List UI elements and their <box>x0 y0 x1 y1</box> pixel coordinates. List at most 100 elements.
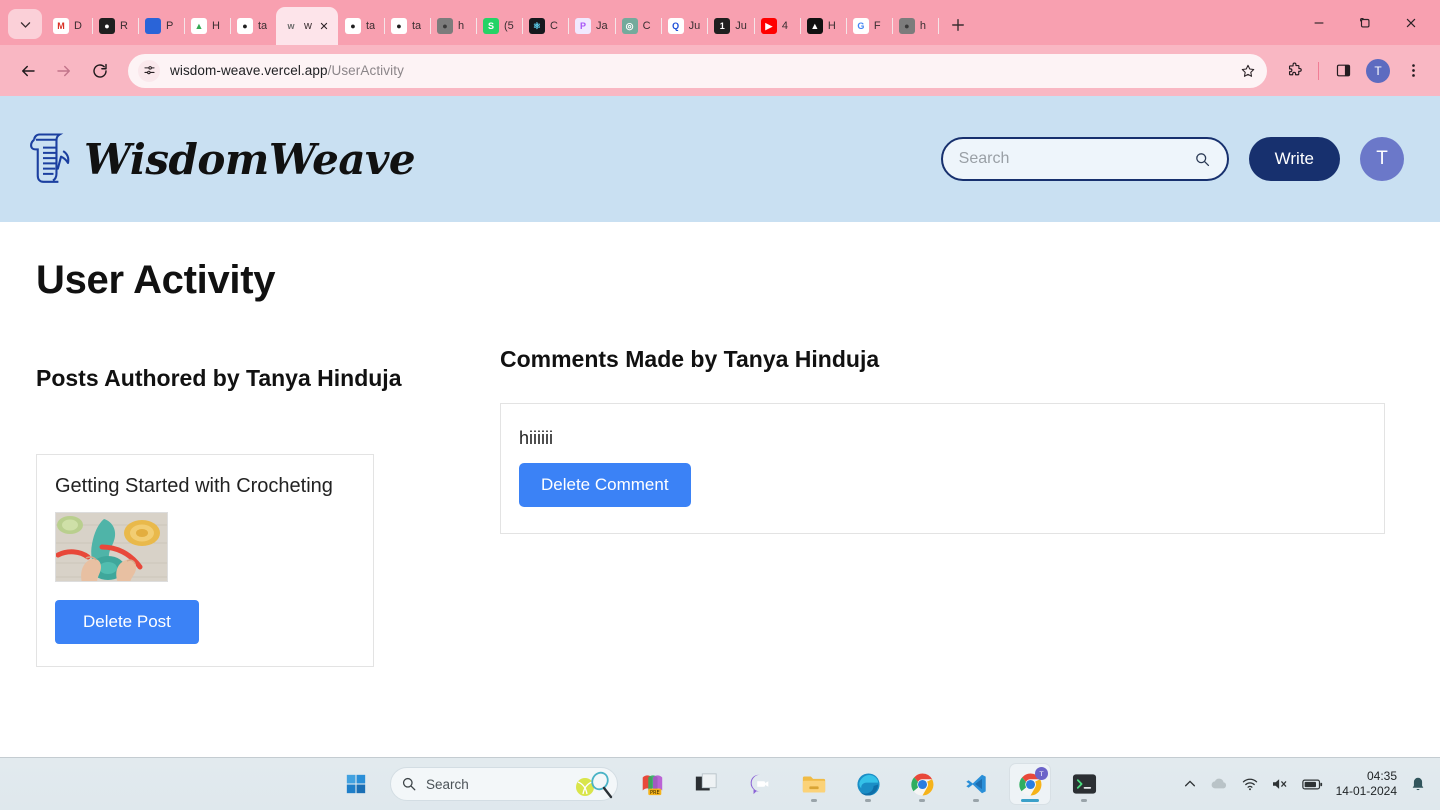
tab-search-button[interactable] <box>8 9 42 39</box>
taskbar-chrome-button[interactable] <box>902 764 942 804</box>
main-content: User Activity Posts Authored by Tanya Hi… <box>0 222 1440 667</box>
tab-close-button[interactable] <box>317 19 331 33</box>
plus-icon <box>951 19 964 31</box>
tab-title: h <box>457 20 465 32</box>
bell-icon <box>1412 777 1424 791</box>
bookmark-star-button[interactable] <box>1235 58 1261 84</box>
comments-heading: Comments Made by Tanya Hinduja <box>500 346 880 372</box>
tab-title: (5 <box>503 20 514 32</box>
url-text: wisdom-weave.vercel.app/UserActivity <box>170 63 404 78</box>
browser-toolbar: wisdom-weave.vercel.app/UserActivity T <box>0 45 1440 96</box>
site-logo[interactable]: WisdomWeave <box>22 128 416 190</box>
browser-tab[interactable]: ● h <box>892 7 939 45</box>
minimize-button[interactable] <box>1296 4 1342 42</box>
comment-text: hiiiiii <box>519 428 554 448</box>
browser-tab[interactable]: ▲ H <box>184 7 231 45</box>
tab-title: 4 <box>781 20 788 32</box>
whatsapp-icon: S <box>482 18 499 34</box>
chrome-menu-button[interactable] <box>1398 56 1428 86</box>
browser-tab[interactable]: S (5 <box>476 7 523 45</box>
browser-tab[interactable]: P <box>138 7 185 45</box>
side-panel-button[interactable] <box>1328 56 1358 86</box>
browser-tab[interactable]: ● h <box>430 7 477 45</box>
user-avatar[interactable]: T <box>1360 137 1404 181</box>
extensions-button[interactable] <box>1279 56 1309 86</box>
taskbar-m365-button[interactable]: PRE <box>632 764 672 804</box>
maximize-button[interactable] <box>1342 4 1388 42</box>
github-icon: ● <box>390 18 407 34</box>
posts-column: Posts Authored by Tanya Hinduja Getting … <box>36 365 500 667</box>
back-button[interactable] <box>12 55 44 87</box>
search-box[interactable] <box>940 137 1229 181</box>
comment-card: hiiiiii Delete Comment <box>500 403 1385 534</box>
browser-tab[interactable]: ● ta <box>384 7 431 45</box>
browser-tab[interactable]: 1 Ju <box>707 7 755 45</box>
tray-expand-button[interactable] <box>1183 777 1197 791</box>
app-running-indicator <box>1021 799 1039 802</box>
delete-comment-button[interactable]: Delete Comment <box>519 463 691 507</box>
edge-icon <box>856 772 880 796</box>
site-settings-icon[interactable] <box>138 59 160 82</box>
search-icon <box>402 777 416 791</box>
close-window-button[interactable] <box>1388 4 1434 42</box>
site-header: WisdomWeave Write T <box>0 96 1440 222</box>
scroll-quill-icon <box>30 133 70 183</box>
profile-button[interactable]: T <box>1366 58 1390 83</box>
browser-tab[interactable]: ▲ H <box>800 7 847 45</box>
taskbar-terminal-button[interactable] <box>1064 764 1104 804</box>
taskbar-file-explorer-button[interactable] <box>794 764 834 804</box>
taskbar-center-group: Search PRE T <box>336 764 1104 804</box>
reload-icon <box>93 63 107 78</box>
taskbar-clock[interactable]: 04:35 14-01-2024 <box>1336 769 1397 799</box>
new-tab-button[interactable] <box>944 11 972 39</box>
search-input[interactable] <box>958 150 1194 168</box>
browser-tab[interactable]: ww <box>276 7 338 45</box>
app-running-indicator <box>865 799 871 802</box>
taskbar-search[interactable]: Search <box>390 767 618 801</box>
browser-tab[interactable]: ● ta <box>230 7 277 45</box>
taskbar-edge-button[interactable] <box>848 764 888 804</box>
address-bar[interactable]: wisdom-weave.vercel.app/UserActivity <box>128 53 1267 88</box>
tab-title: h <box>919 20 926 32</box>
write-button[interactable]: Write <box>1248 137 1340 181</box>
chrome-icon <box>910 772 934 796</box>
notifications-button[interactable] <box>1410 776 1426 792</box>
wifi-tray-icon[interactable] <box>1242 777 1258 791</box>
page-viewport: WisdomWeave Write T User Activity Posts … <box>0 96 1440 757</box>
vercel-icon: ▲ <box>806 18 823 34</box>
browser-tab[interactable]: MD <box>46 7 93 45</box>
post-thumbnail <box>55 512 168 582</box>
posts-heading: Posts Authored by Tanya Hinduja <box>36 365 402 391</box>
taskbar-vscode-button[interactable] <box>956 764 996 804</box>
reload-button[interactable] <box>84 55 116 87</box>
browser-tab[interactable]: ⚛ C <box>522 7 569 45</box>
taskbar-chrome-active-button[interactable]: T <box>1010 764 1050 804</box>
start-button[interactable] <box>336 764 376 804</box>
back-icon <box>22 65 35 76</box>
browser-tab[interactable]: ● R <box>92 7 139 45</box>
tab-title: F <box>873 20 881 32</box>
delete-post-button[interactable]: Delete Post <box>55 600 199 644</box>
browser-tab[interactable]: ● ta <box>338 7 385 45</box>
windows-taskbar: Search PRE T 04:35 14-01-2024 <box>0 757 1440 810</box>
tab-title: ta <box>411 20 422 32</box>
microsoft365-icon: PRE <box>642 775 663 796</box>
onedrive-tray-icon[interactable] <box>1210 777 1229 791</box>
browser-tab[interactable]: ◎ C <box>615 7 662 45</box>
browser-tab[interactable]: P Ja <box>568 7 616 45</box>
browser-tab[interactable]: Q Ju <box>661 7 709 45</box>
app-running-indicator <box>1081 799 1087 802</box>
browser-tab[interactable]: GF <box>846 7 893 45</box>
tab-title: P <box>166 20 174 32</box>
battery-tray-icon[interactable] <box>1301 778 1323 791</box>
taskbar-taskview-button[interactable] <box>686 764 726 804</box>
volume-tray-icon[interactable] <box>1271 777 1289 791</box>
star-icon <box>1241 64 1255 77</box>
maximize-icon <box>1360 17 1370 28</box>
bluedot-icon <box>145 18 161 34</box>
browser-tab[interactable]: ▶ 4 <box>754 7 801 45</box>
forward-button[interactable] <box>48 55 80 87</box>
clock-date: 14-01-2024 <box>1335 784 1397 798</box>
taskbar-teams-button[interactable] <box>740 764 780 804</box>
chevron-down-icon <box>20 21 30 28</box>
